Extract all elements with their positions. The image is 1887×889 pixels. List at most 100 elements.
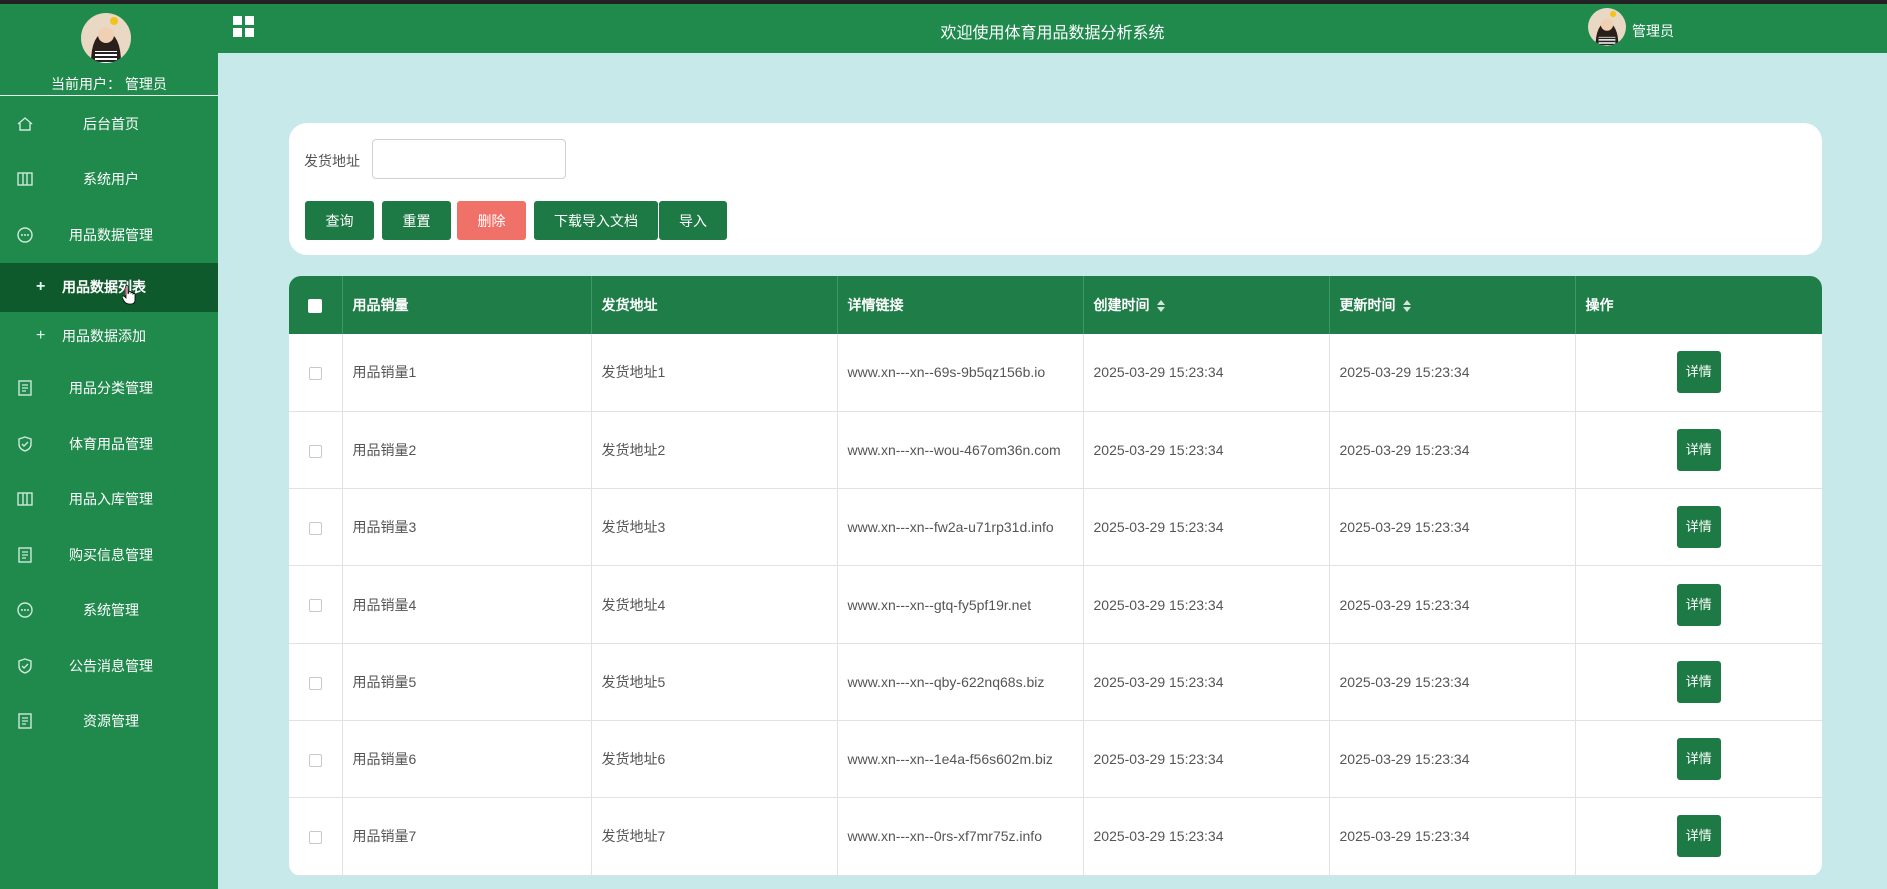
cell-created-time: 2025-03-29 15:23:34 [1083,720,1330,798]
row-select-cell [289,334,343,412]
table-row: 用品销量7 发货地址7 www.xn---xn--0rs-xf7mr75z.in… [289,797,1822,876]
query-button[interactable]: 查询 [305,201,374,240]
cell-updated-time: 2025-03-29 15:23:34 [1329,411,1576,489]
cell-actions: 详情 [1575,334,1822,411]
sidebar-item-system-users[interactable]: 系统用户 [0,152,218,208]
cell-detail-link: www.xn---xn--1e4a-f56s602m.biz [837,720,1084,798]
detail-button[interactable]: 详情 [1676,583,1721,626]
home-icon [17,116,33,131]
detail-button[interactable]: 详情 [1676,506,1721,549]
document-icon [18,713,32,729]
column-header-updated-time[interactable]: 更新时间 [1329,276,1576,334]
row-checkbox[interactable] [308,831,322,845]
select-all-cell [289,276,343,334]
current-user-label: 当前用户： 管理员 [51,76,167,92]
cell-detail-link: www.xn---xn--fw2a-u71rp31d.info [837,488,1084,566]
row-checkbox[interactable] [308,599,322,613]
detail-button[interactable]: 详情 [1676,428,1721,471]
sidebar-item-purchase-info-manage[interactable]: 购买信息管理 [0,527,218,583]
cell-updated-time: 2025-03-29 15:23:34 [1329,565,1576,644]
cell-sales: 用品销量4 [342,565,592,644]
column-header-actions: 操作 [1585,297,1614,313]
row-select-cell [289,797,343,876]
row-checkbox[interactable] [308,753,322,767]
table-header-row: 用品销量 发货地址 详情链接 创建时间 更新时间 操作 [289,276,1822,334]
cell-updated-time: 2025-03-29 15:23:34 [1329,488,1576,566]
table-row: 用品销量6 发货地址6 www.xn---xn--1e4a-f56s602m.b… [289,720,1822,798]
row-select-cell [289,643,343,721]
detail-button[interactable]: 详情 [1676,351,1721,394]
document-icon [18,547,32,563]
column-header-shipping-address: 发货地址 [591,276,838,334]
cell-sales: 用品销量1 [342,334,592,412]
delete-button[interactable]: 删除 [457,201,526,240]
cell-created-time: 2025-03-29 15:23:34 [1083,488,1330,566]
cell-shipping-address: 发货地址5 [591,643,838,721]
table-row: 用品销量4 发货地址4 www.xn---xn--gtq-fy5pf19r.ne… [289,565,1822,644]
document-icon [18,380,32,396]
plus-icon: + [36,327,46,344]
column-header-created-time[interactable]: 创建时间 [1083,276,1330,334]
sidebar-item-category-manage[interactable]: 用品分类管理 [0,361,218,417]
detail-button[interactable]: 详情 [1676,660,1721,703]
cell-actions: 详情 [1575,720,1822,797]
hand-cursor-icon [122,285,136,305]
cell-shipping-address: 发货地址3 [591,488,838,566]
grid-menu-icon[interactable] [232,15,256,39]
row-select-cell [289,488,343,566]
column-header-detail-link: 详情链接 [837,276,1084,334]
import-button[interactable]: 导入 [659,201,727,240]
sidebar-item-resource-manage[interactable]: 资源管理 [0,694,218,750]
sidebar-item-stock-in-manage[interactable]: 用品入库管理 [0,472,218,528]
sidebar-item-goods-data-manage[interactable]: 用品数据管理 [0,207,218,263]
sidebar-item-announcement-manage[interactable]: 公告消息管理 [0,638,218,694]
cell-detail-link: www.xn---xn--0rs-xf7mr75z.info [837,797,1084,876]
sort-caret-icon[interactable] [1402,299,1412,313]
reset-button[interactable]: 重置 [382,201,451,240]
shipping-address-input[interactable] [372,139,566,179]
detail-button[interactable]: 详情 [1676,738,1721,781]
cell-sales: 用品销量5 [342,643,592,721]
cell-created-time: 2025-03-29 15:23:34 [1083,411,1330,489]
shipping-address-label: 发货地址 [304,153,360,169]
row-checkbox[interactable] [308,444,322,458]
cell-created-time: 2025-03-29 15:23:34 [1083,643,1330,721]
sidebar-item-home[interactable]: 后台首页 [0,96,218,152]
download-import-template-button[interactable]: 下载导入文档 [534,201,658,240]
cell-shipping-address: 发货地址4 [591,565,838,644]
table-row: 用品销量2 发货地址2 www.xn---xn--wou-467om36n.co… [289,411,1822,489]
sidebar-item-system-manage[interactable]: 系统管理 [0,583,218,639]
cell-actions: 详情 [1575,643,1822,720]
cell-sales: 用品销量7 [342,797,592,876]
chat-bubble-icon [17,602,33,618]
cell-detail-link: www.xn---xn--69s-9b5qz156b.io [837,334,1084,412]
row-select-cell [289,411,343,489]
cell-shipping-address: 发货地址6 [591,720,838,798]
row-checkbox[interactable] [308,676,322,690]
header-username[interactable]: 管理员 [1632,21,1674,41]
header-avatar[interactable] [1588,8,1626,46]
table-row: 用品销量5 发货地址5 www.xn---xn--qby-622nq68s.bi… [289,643,1822,721]
cell-sales: 用品销量3 [342,488,592,566]
cell-shipping-address: 发货地址7 [591,797,838,876]
shield-check-icon [18,658,32,674]
sort-caret-icon[interactable] [1156,299,1166,313]
cell-created-time: 2025-03-29 15:23:34 [1083,797,1330,876]
avatar[interactable] [81,13,131,63]
sidebar-item-label: 用品数据添加 [62,328,146,344]
cell-actions: 详情 [1575,411,1822,488]
sidebar-subitem-goods-data-list[interactable]: + 用品数据列表 [0,262,218,312]
row-checkbox[interactable] [308,522,322,536]
top-header: 欢迎使用体育用品数据分析系统 管理员 [218,4,1887,53]
detail-button[interactable]: 详情 [1676,815,1721,858]
row-checkbox[interactable] [308,367,322,381]
cell-created-time: 2025-03-29 15:23:34 [1083,565,1330,644]
select-all-checkbox[interactable] [308,299,323,314]
sidebar-item-sports-goods-manage[interactable]: 体育用品管理 [0,416,218,472]
row-select-cell [289,565,343,644]
shield-check-icon [18,436,32,452]
cell-created-time: 2025-03-29 15:23:34 [1083,334,1330,412]
sidebar-subitem-goods-data-add[interactable]: + 用品数据添加 [0,312,218,361]
data-table: 用品销量 发货地址 详情链接 创建时间 更新时间 操作 用品销量1 发货地址1 … [289,276,1822,876]
cell-sales: 用品销量6 [342,720,592,798]
